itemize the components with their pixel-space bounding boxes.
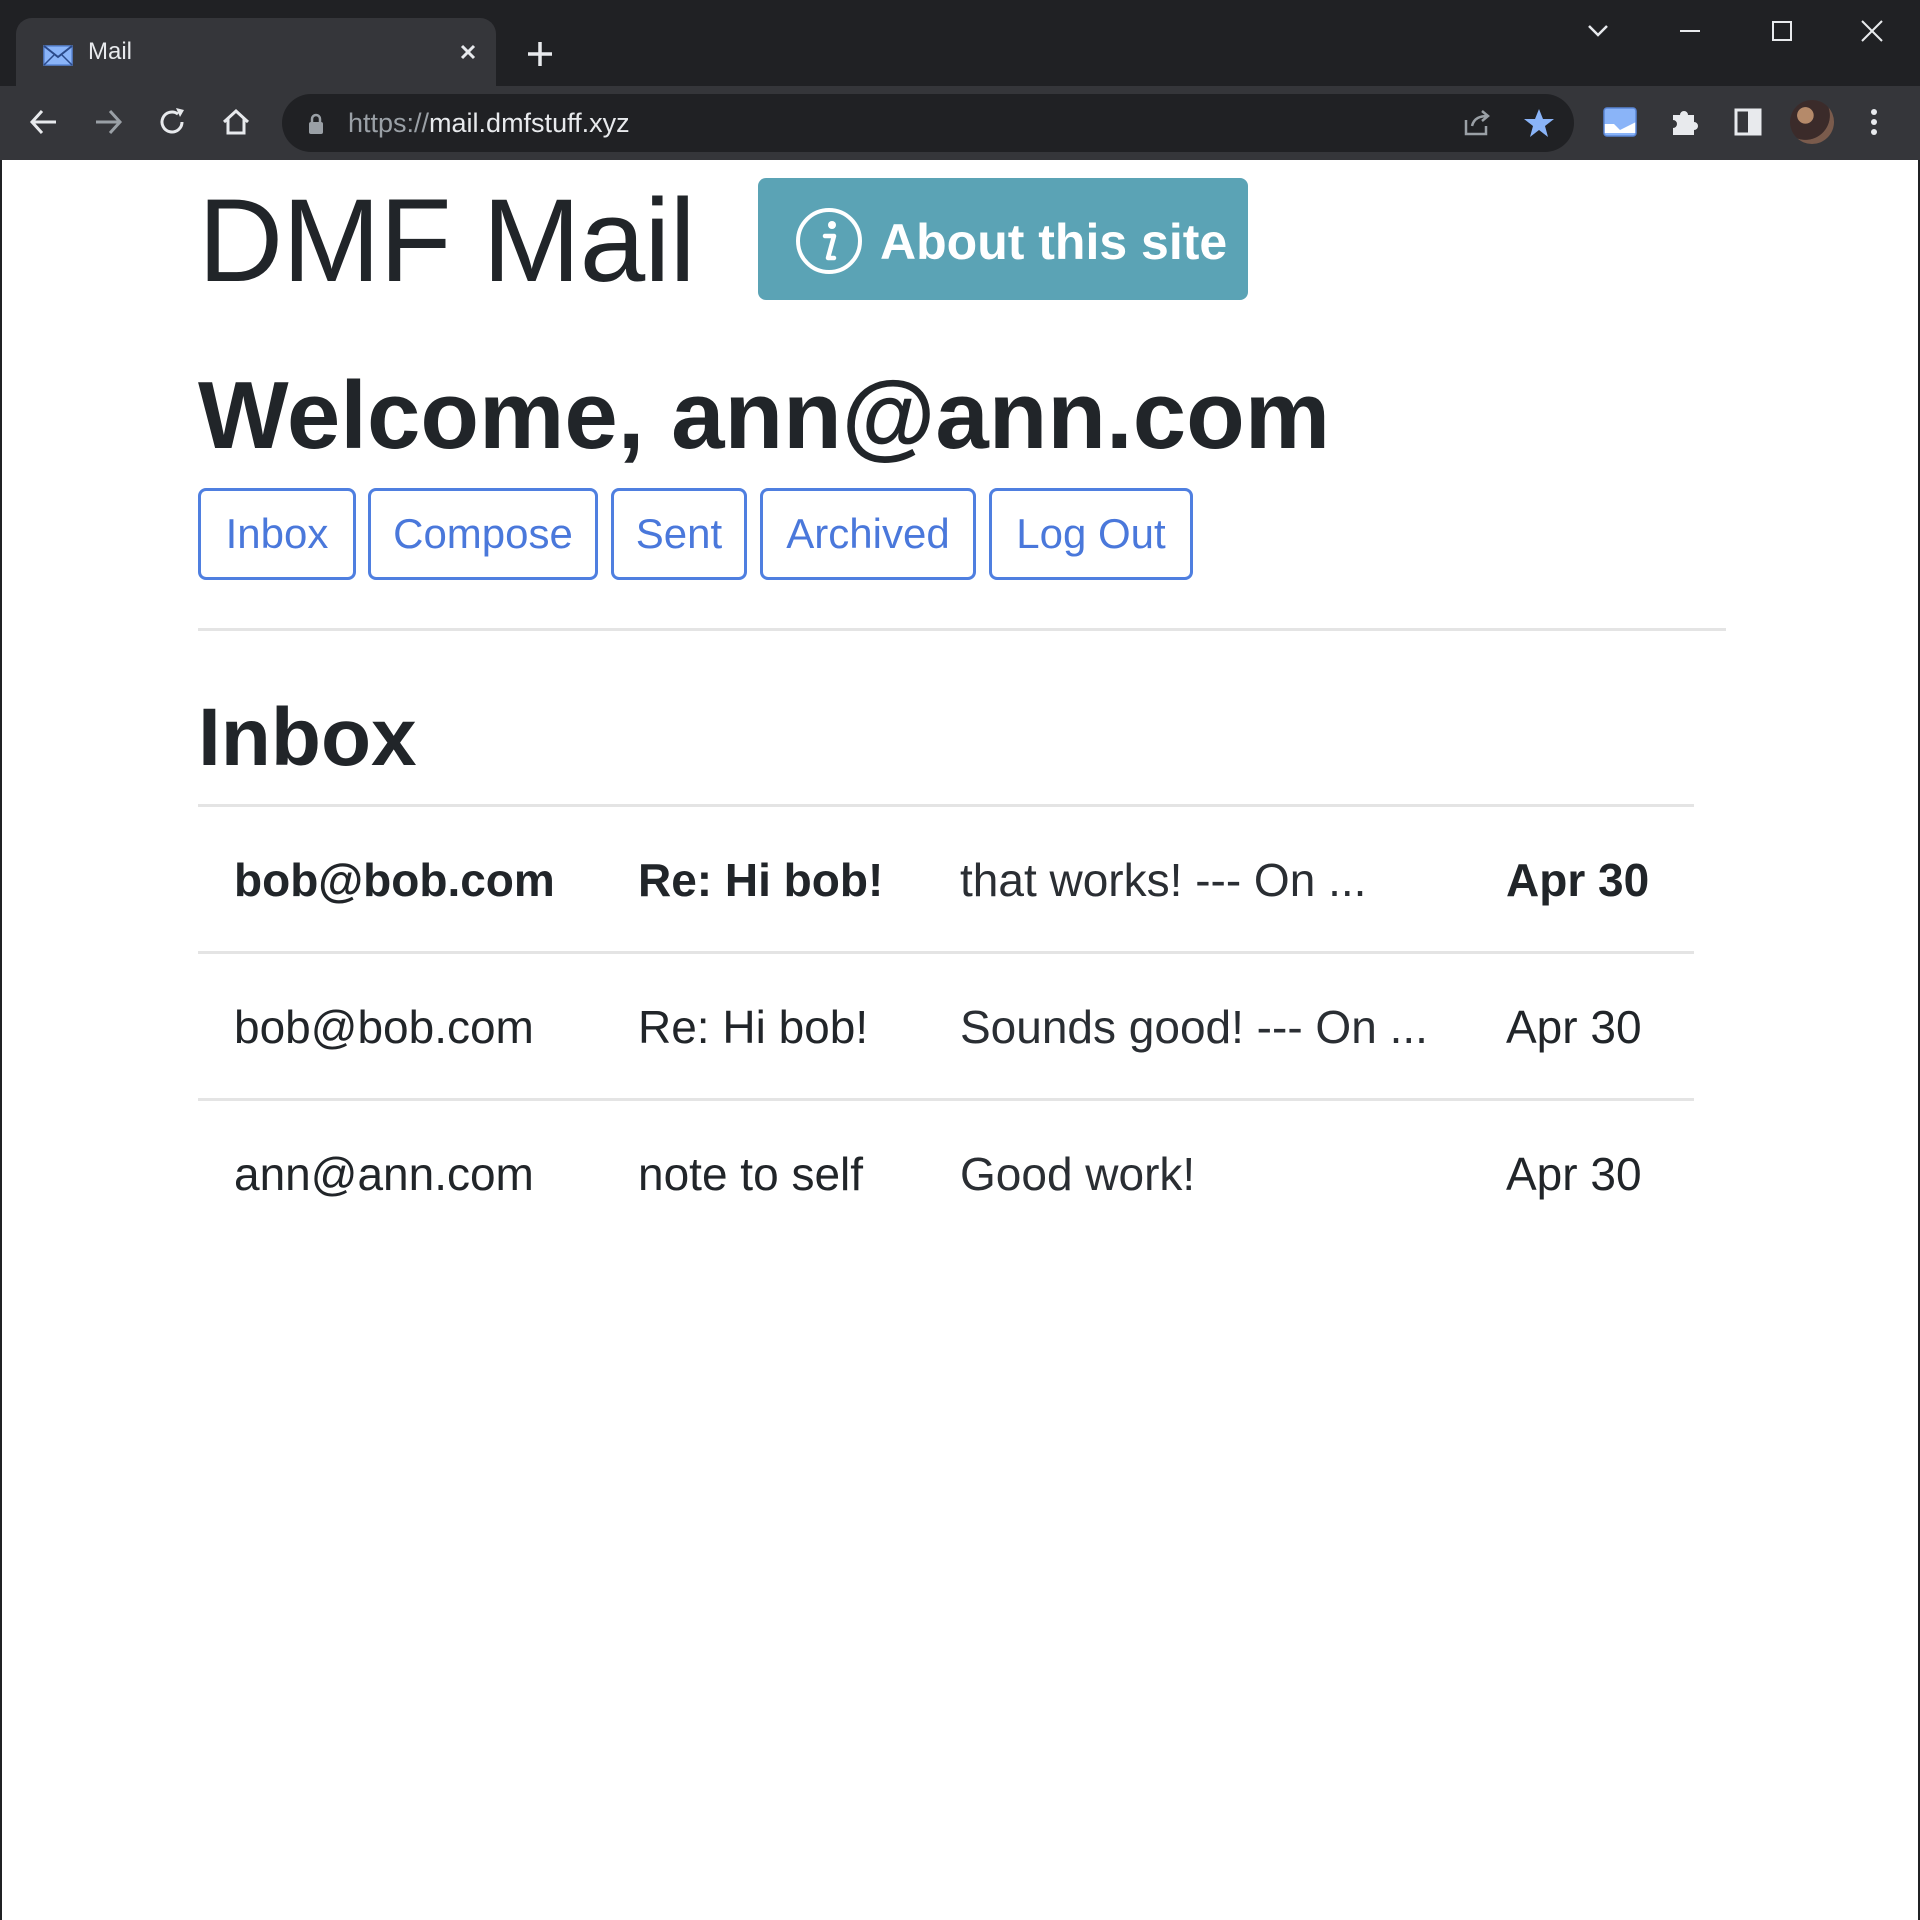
archived-button[interactable]: Archived <box>760 488 976 580</box>
info-icon <box>796 208 862 274</box>
side-panel-icon[interactable] <box>1728 102 1768 142</box>
browser-chrome: Mail https://mail.dmfstuff.xyz <box>0 0 1920 160</box>
email-preview: that works! --- On ... <box>960 854 1367 906</box>
url-scheme: https:// <box>348 108 430 138</box>
more-icon[interactable] <box>1854 102 1894 142</box>
email-date: Apr 30 <box>1506 1001 1642 1053</box>
extension-icon[interactable] <box>1600 102 1640 142</box>
email-date: Apr 30 <box>1506 854 1650 906</box>
email-preview: Sounds good! --- On ... <box>960 1001 1428 1053</box>
minimize-icon[interactable] <box>1660 12 1720 50</box>
mail-icon <box>43 45 73 66</box>
email-row[interactable]: ann@ann.com note to self Good work! Apr … <box>198 1098 1694 1245</box>
share-icon[interactable] <box>1460 106 1494 140</box>
email-row[interactable]: bob@bob.com Re: Hi bob! that works! --- … <box>198 804 1694 951</box>
inbox-button[interactable]: Inbox <box>198 488 356 580</box>
reload-icon[interactable] <box>152 102 192 142</box>
email-sender: bob@bob.com <box>234 1001 534 1053</box>
chevron-down-icon[interactable] <box>1568 12 1628 50</box>
welcome-heading: Welcome, ann@ann.com <box>198 362 1331 469</box>
email-date: Apr 30 <box>1506 1148 1642 1200</box>
url-text[interactable]: https://mail.dmfstuff.xyz <box>348 106 630 140</box>
tab-strip: Mail <box>0 0 1920 86</box>
puzzle-icon[interactable] <box>1664 102 1704 142</box>
browser-tab[interactable]: Mail <box>16 18 496 86</box>
site-title: DMF Mail <box>198 175 696 307</box>
star-icon[interactable] <box>1522 106 1556 140</box>
maximize-icon[interactable] <box>1752 12 1812 50</box>
url-host: mail.dmfstuff.xyz <box>429 108 630 138</box>
email-list: bob@bob.com Re: Hi bob! that works! --- … <box>198 804 1694 1245</box>
window-close-icon[interactable] <box>1842 12 1902 50</box>
tab-title: Mail <box>88 38 133 65</box>
email-subject: note to self <box>638 1148 864 1200</box>
email-subject: Re: Hi bob! <box>638 854 884 906</box>
email-row[interactable]: bob@bob.com Re: Hi bob! Sounds good! ---… <box>198 951 1694 1098</box>
address-bar[interactable]: https://mail.dmfstuff.xyz <box>282 94 1574 152</box>
about-button[interactable]: About this site <box>758 178 1248 300</box>
divider <box>198 628 1726 631</box>
section-title: Inbox <box>198 692 417 783</box>
lock-icon[interactable] <box>306 112 326 136</box>
about-button-label: About this site <box>880 214 1228 270</box>
back-icon[interactable] <box>24 102 64 142</box>
email-sender: bob@bob.com <box>234 854 555 906</box>
close-icon[interactable] <box>454 38 482 66</box>
browser-toolbar: https://mail.dmfstuff.xyz <box>0 86 1920 160</box>
email-preview: Good work! <box>960 1148 1196 1200</box>
forward-icon[interactable] <box>88 102 128 142</box>
email-subject: Re: Hi bob! <box>638 1001 869 1053</box>
home-icon[interactable] <box>216 102 256 142</box>
logout-button[interactable]: Log Out <box>989 488 1193 580</box>
plus-icon[interactable] <box>520 34 560 74</box>
page-content: DMF Mail About this site Welcome, ann@an… <box>0 160 1920 1920</box>
avatar[interactable] <box>1790 100 1834 144</box>
email-sender: ann@ann.com <box>234 1148 534 1200</box>
compose-button[interactable]: Compose <box>368 488 598 580</box>
sent-button[interactable]: Sent <box>611 488 747 580</box>
